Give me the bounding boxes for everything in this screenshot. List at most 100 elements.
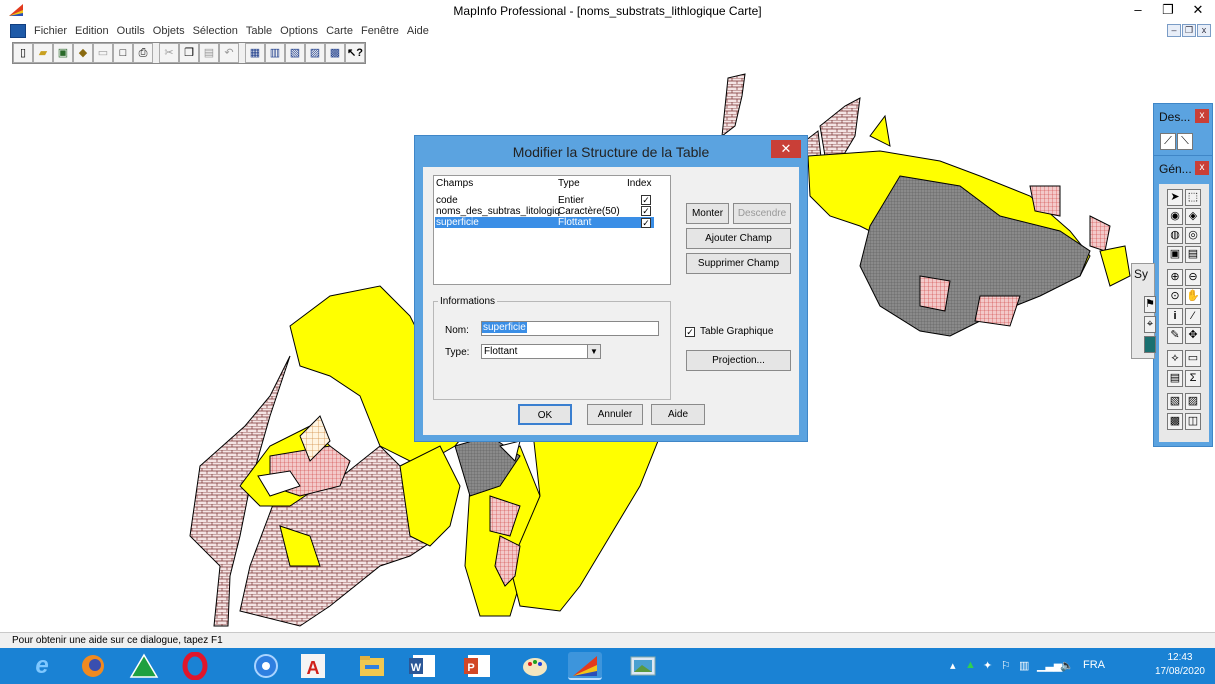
field-row[interactable]: noms_des_subtras_litologiq Caractère(50)…	[435, 206, 654, 217]
powerpoint-icon[interactable]: P	[460, 652, 494, 680]
select-arrow-icon[interactable]: ➤	[1167, 189, 1183, 206]
type-select[interactable]: Flottant ▼	[481, 344, 601, 359]
monter-button[interactable]: Monter	[686, 203, 729, 224]
symbol-icon[interactable]: ⚑	[1144, 296, 1156, 313]
zoom-out-icon[interactable]: ⊖	[1185, 269, 1201, 286]
palette-close-button[interactable]: x	[1195, 109, 1209, 123]
menu-fichier[interactable]: Fichier	[34, 25, 67, 37]
action-center-flag-icon[interactable]: ⚐	[1001, 659, 1011, 672]
green-triangle-app-icon[interactable]	[127, 652, 161, 680]
show-theme-icon[interactable]: ▩	[1167, 413, 1183, 430]
hotlink-icon[interactable]: ⁄	[1185, 308, 1201, 325]
new-map-icon[interactable]: ▥	[265, 43, 285, 63]
new-icon[interactable]: ▯	[13, 43, 33, 63]
photos-icon[interactable]	[626, 652, 660, 680]
unselect-icon[interactable]: ◎	[1185, 227, 1201, 244]
invert-selection-icon[interactable]: ▣	[1167, 246, 1183, 263]
label-icon[interactable]: ✎	[1167, 327, 1183, 344]
annuler-button[interactable]: Annuler	[587, 404, 643, 425]
boundary-select-icon[interactable]: ◍	[1167, 227, 1183, 244]
chevron-down-icon[interactable]: ▼	[587, 345, 600, 358]
dropbox-icon[interactable]: ✦	[983, 659, 992, 672]
change-view-icon[interactable]: ⊙	[1167, 288, 1183, 305]
aide-button[interactable]: Aide	[651, 404, 705, 425]
zoom-in-icon[interactable]: ⊕	[1167, 269, 1183, 286]
tray-app-icon[interactable]: ▲	[965, 659, 976, 671]
ok-button[interactable]: OK	[518, 404, 572, 425]
new-browser-icon[interactable]: ▦	[245, 43, 265, 63]
new-redistrict-icon[interactable]: ▩	[325, 43, 345, 63]
menu-table[interactable]: Table	[246, 25, 272, 37]
new-graph-icon[interactable]: ▧	[285, 43, 305, 63]
ruler-icon[interactable]: ⟡	[1167, 350, 1183, 367]
storage-icon[interactable]: ▥	[1019, 659, 1029, 672]
toggle-display-icon[interactable]: ◫	[1185, 413, 1201, 430]
print-icon[interactable]: ⎙	[133, 43, 153, 63]
network-signal-icon[interactable]: ▁▃▅	[1037, 659, 1062, 672]
internet-explorer-icon[interactable]: e	[25, 652, 59, 680]
index-checkbox[interactable]: ✓	[641, 206, 651, 216]
field-row-selected[interactable]: superficie Flottant	[435, 217, 654, 228]
paste-icon[interactable]: ▤	[199, 43, 219, 63]
system-clock[interactable]: 12:43 17/08/2020	[1155, 651, 1205, 679]
close-icon[interactable]: □	[113, 43, 133, 63]
menu-carte[interactable]: Carte	[326, 25, 353, 37]
descendre-button[interactable]: Descendre	[733, 203, 791, 224]
firefox-icon[interactable]	[76, 652, 110, 680]
palette-close-button[interactable]: x	[1195, 161, 1209, 175]
file-explorer-icon[interactable]	[355, 652, 389, 680]
acrobat-icon[interactable]: A	[296, 652, 330, 680]
menu-edition[interactable]: Edition	[75, 25, 109, 37]
table-graphique-checkbox[interactable]: ✓	[685, 327, 695, 337]
paint-icon[interactable]	[519, 652, 553, 680]
help-icon[interactable]: ↖?	[345, 43, 365, 63]
text-icon[interactable]: ⌖	[1144, 316, 1156, 333]
legend-icon[interactable]: ▭	[1185, 350, 1201, 367]
marquee-select-icon[interactable]: ⬚	[1185, 189, 1201, 206]
open-icon[interactable]: ▰	[33, 43, 53, 63]
info-icon[interactable]: i	[1167, 308, 1183, 325]
open-workspace-icon[interactable]: ▣	[53, 43, 73, 63]
pan-hand-icon[interactable]: ✋	[1185, 288, 1201, 305]
menu-outils[interactable]: Outils	[117, 25, 145, 37]
menu-fenetre[interactable]: Fenêtre	[361, 25, 399, 37]
polygon-select-icon[interactable]: ◈	[1185, 208, 1201, 225]
save-icon[interactable]: ◆	[73, 43, 93, 63]
undo-icon[interactable]: ↶	[219, 43, 239, 63]
menu-objets[interactable]: Objets	[153, 25, 185, 37]
line-icon[interactable]: ⟋	[1160, 133, 1176, 150]
polyline-icon[interactable]: ⟍	[1177, 133, 1193, 150]
mdi-minimize-button[interactable]: –	[1167, 24, 1181, 37]
fields-list[interactable]: Champs Type Index code Entier ✓ noms_des…	[433, 175, 671, 285]
graph-select-icon[interactable]: ▤	[1185, 246, 1201, 263]
save-as-icon[interactable]: ▭	[93, 43, 113, 63]
mdi-close-button[interactable]: x	[1197, 24, 1211, 37]
frame-icon[interactable]	[1144, 336, 1156, 353]
document-icon[interactable]	[10, 24, 26, 38]
new-layout-icon[interactable]: ▨	[305, 43, 325, 63]
index-checkbox[interactable]: ✓	[641, 218, 651, 228]
opera-icon[interactable]	[178, 651, 212, 681]
set-clip-icon[interactable]: ▨	[1185, 393, 1201, 410]
drag-window-icon[interactable]: ✥	[1185, 327, 1201, 344]
copy-icon[interactable]: ❐	[179, 43, 199, 63]
projection-button[interactable]: Projection...	[686, 350, 791, 371]
show-hidden-icons-icon[interactable]: ▴	[950, 659, 956, 672]
word-icon[interactable]: W	[405, 652, 439, 680]
volume-icon[interactable]: 🔈	[1060, 659, 1074, 672]
chrome-icon[interactable]	[249, 652, 283, 680]
clip-region-icon[interactable]: ▧	[1167, 393, 1183, 410]
menu-options[interactable]: Options	[280, 25, 318, 37]
field-row[interactable]: code Entier ✓	[435, 195, 654, 206]
supprimer-champ-button[interactable]: Supprimer Champ	[686, 253, 791, 274]
menu-aide[interactable]: Aide	[407, 25, 429, 37]
ajouter-champ-button[interactable]: Ajouter Champ	[686, 228, 791, 249]
layer-control-icon[interactable]: ▤	[1167, 370, 1183, 387]
cut-icon[interactable]: ✂	[159, 43, 179, 63]
menu-selection[interactable]: Sélection	[193, 25, 238, 37]
nom-input[interactable]: superficie	[481, 321, 659, 336]
close-window-button[interactable]: ✕	[1183, 0, 1213, 22]
statistics-icon[interactable]: Σ	[1185, 370, 1201, 387]
index-checkbox[interactable]: ✓	[641, 195, 651, 205]
mdi-restore-button[interactable]: ❐	[1182, 24, 1196, 37]
